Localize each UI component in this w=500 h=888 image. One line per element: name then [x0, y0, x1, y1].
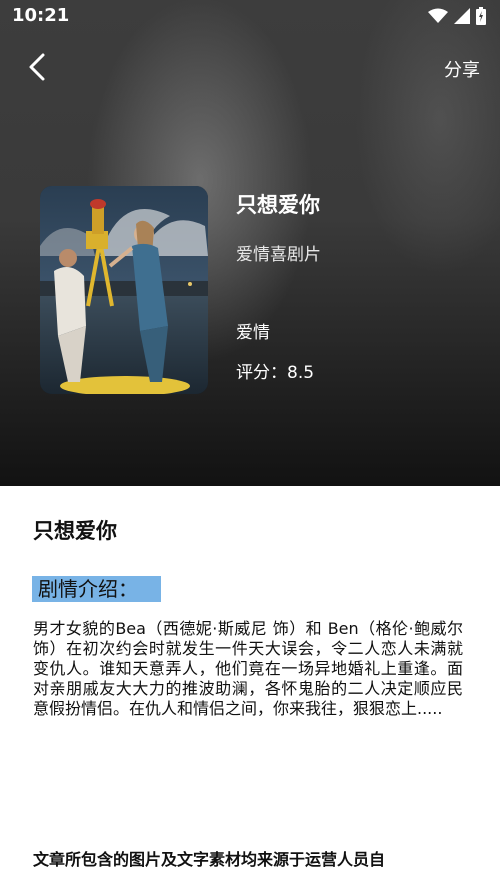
- movie-genre: 爱情喜剧片: [236, 245, 321, 265]
- hero-backdrop: 10:21 分享 只想爱你 爱情喜剧片 爱情 评分：8.5: [0, 0, 500, 486]
- synopsis-text: 男才女貌的Bea（西德妮·斯威尼 饰）和 Ben（格伦·鲍威尔 饰）在初次约会时…: [33, 619, 463, 718]
- chevron-left-icon: [29, 53, 45, 81]
- movie-tag: 爱情: [236, 323, 270, 343]
- movie-rating: 评分：8.5: [236, 363, 315, 383]
- wifi-icon: [428, 8, 448, 23]
- status-time: 10:21: [12, 5, 70, 26]
- signal-icon: [454, 8, 470, 24]
- synopsis-label: 剧情介绍：: [32, 576, 161, 602]
- status-icons: [428, 7, 486, 25]
- back-button[interactable]: [20, 50, 54, 84]
- poster-image: [40, 186, 208, 394]
- share-button[interactable]: 分享: [444, 56, 480, 82]
- detail-panel: 只想爱你 剧情介绍： 男才女貌的Bea（西德妮·斯威尼 饰）和 Ben（格伦·鲍…: [0, 486, 500, 888]
- movie-title: 只想爱你: [236, 193, 320, 217]
- detail-title: 只想爱你: [33, 519, 117, 543]
- battery-icon: [476, 7, 486, 25]
- disclaimer-text: 文章所包含的图片及文字素材均来源于运营人员自: [33, 850, 386, 869]
- movie-poster: [40, 186, 208, 394]
- status-bar: 10:21: [0, 0, 500, 34]
